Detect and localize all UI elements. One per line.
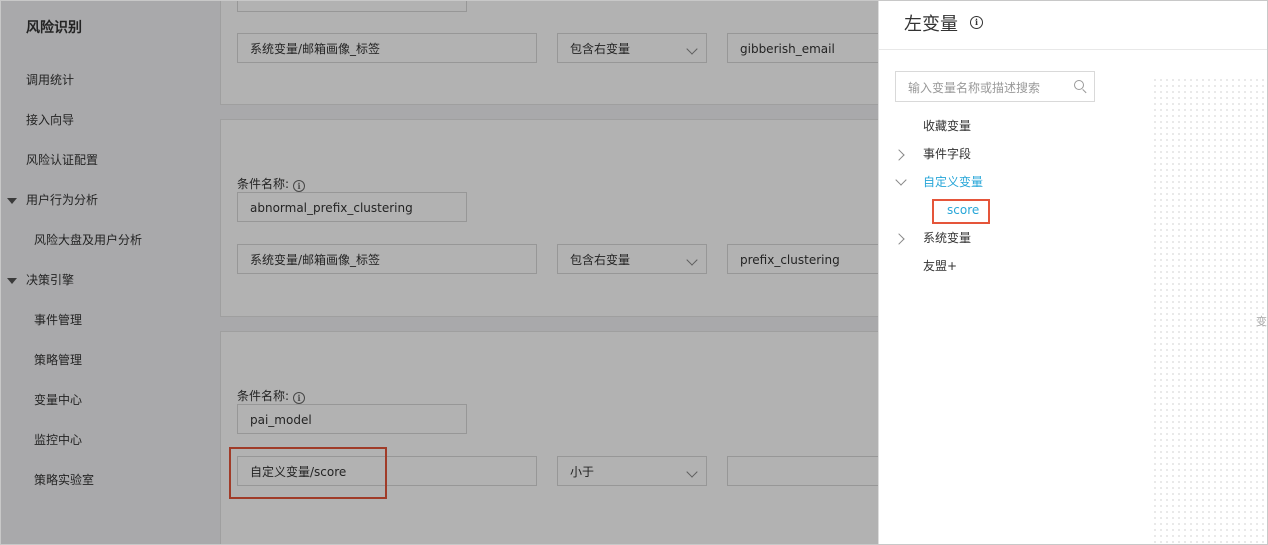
operator-select-2[interactable]: 包含右变量 <box>557 244 707 274</box>
tree-item-custom-vars[interactable]: 自定义变量 <box>923 172 983 192</box>
condition-card-3: 条件名称: i pai_model 自定义变量/score 小于 <box>220 331 927 544</box>
sidebar-item-event-mgmt[interactable]: 事件管理 <box>34 310 82 330</box>
caret-down-icon <box>7 277 17 284</box>
sidebar: 风险识别 调用统计 接入向导 风险认证配置 用户行为分析 风险大盘及用户分析 决… <box>1 1 179 544</box>
operator-select-1[interactable]: 包含右变量 <box>557 33 707 63</box>
condition-card-1: 系统变量/邮箱画像_标签 包含右变量 gibberish_email <box>220 1 927 105</box>
left-variable-field-1[interactable]: 系统变量/邮箱画像_标签 <box>237 33 537 63</box>
sidebar-item-access-guide[interactable]: 接入向导 <box>26 110 74 130</box>
chevron-down-icon <box>686 43 698 55</box>
left-variable-field-2[interactable]: 系统变量/邮箱画像_标签 <box>237 244 537 274</box>
operator-select-3-value: 小于 <box>570 465 595 479</box>
condition-name-label-3-text: 条件名称: <box>237 389 290 403</box>
sidebar-group-engine-label: 决策引擎 <box>26 273 75 287</box>
info-icon[interactable]: i <box>970 16 983 29</box>
condition-name-label-3: 条件名称: i <box>237 387 306 404</box>
tree-item-system-vars[interactable]: 系统变量 <box>923 228 971 248</box>
main-content: 系统变量/邮箱画像_标签 包含右变量 gibberish_email 条件名称:… <box>178 1 927 544</box>
sidebar-item-monitor-center[interactable]: 监控中心 <box>34 430 82 450</box>
search-input[interactable] <box>896 72 1070 103</box>
condition-name-label-2: 条件名称: i <box>237 175 306 192</box>
sidebar-item-call-stats[interactable]: 调用统计 <box>26 70 74 90</box>
tree-item-favorites[interactable]: 收藏变量 <box>923 116 971 136</box>
sidebar-group-behavior-label: 用户行为分析 <box>26 193 99 207</box>
operator-select-2-value: 包含右变量 <box>570 253 631 267</box>
drawer-header: 左变量 i <box>879 1 1267 50</box>
sidebar-item-strategy-lab[interactable]: 策略实验室 <box>34 470 94 490</box>
tree-item-event-fields[interactable]: 事件字段 <box>923 144 971 164</box>
highlight-box-left-variable <box>229 447 387 499</box>
sidebar-group-behavior[interactable]: 用户行为分析 <box>7 190 98 210</box>
variable-search[interactable] <box>895 71 1095 103</box>
sidebar-item-risk-auth-config[interactable]: 风险认证配置 <box>26 150 98 170</box>
sidebar-item-risk-dashboard[interactable]: 风险大盘及用户分析 <box>34 230 142 250</box>
variable-drawer: 左变量 i 收藏变量 事件字段 自定义变量 score 系统变量 友盟+ 变 <box>878 1 1267 544</box>
condition-name-input-1[interactable] <box>237 1 467 12</box>
sidebar-item-strategy-mgmt[interactable]: 策略管理 <box>34 350 82 370</box>
chevron-right-icon[interactable] <box>893 149 905 161</box>
operator-select-3[interactable]: 小于 <box>557 456 707 486</box>
tree-item-allies[interactable]: 友盟+ <box>923 256 957 276</box>
condition-name-input-2[interactable]: abnormal_prefix_clustering <box>237 192 467 222</box>
app-frame: 风险识别 调用统计 接入向导 风险认证配置 用户行为分析 风险大盘及用户分析 决… <box>0 0 1268 545</box>
info-icon[interactable]: i <box>293 392 306 404</box>
dotted-background <box>1152 77 1267 544</box>
operator-select-1-value: 包含右变量 <box>570 42 631 56</box>
chevron-right-icon[interactable] <box>893 233 905 245</box>
chevron-down-icon[interactable] <box>895 174 907 186</box>
sidebar-group-engine[interactable]: 决策引擎 <box>7 270 74 290</box>
search-icon[interactable] <box>1074 80 1084 90</box>
condition-name-input-3[interactable]: pai_model <box>237 404 467 434</box>
chevron-down-icon <box>686 466 698 478</box>
chevron-down-icon <box>686 254 698 266</box>
caret-down-icon <box>7 197 17 204</box>
condition-name-label-2-text: 条件名称: <box>237 177 290 191</box>
sidebar-item-variable-center[interactable]: 变量中心 <box>34 390 82 410</box>
sidebar-brand: 风险识别 <box>26 20 82 36</box>
condition-card-2: 条件名称: i abnormal_prefix_clustering 系统变量/邮… <box>220 119 927 317</box>
drawer-title: 左变量 <box>904 14 958 35</box>
info-icon[interactable]: i <box>293 180 306 192</box>
truncated-edge-text: 变 <box>1256 315 1267 328</box>
highlight-box-score <box>932 199 990 224</box>
